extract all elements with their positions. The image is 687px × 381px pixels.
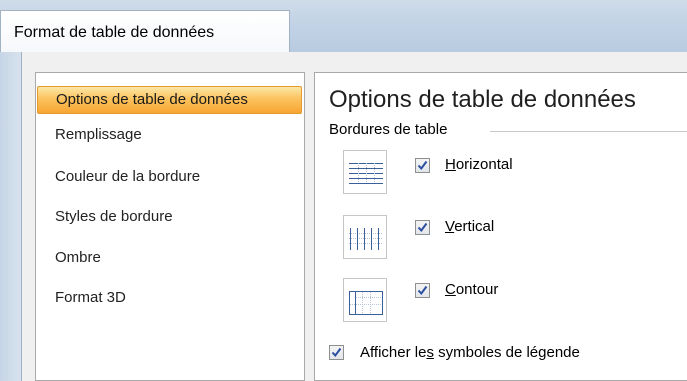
vertical-borders-icon — [343, 215, 387, 259]
vertical-checkbox[interactable] — [415, 220, 430, 235]
legend-symbols-label: Afficher les symboles de légende — [360, 344, 580, 361]
nav-item-options[interactable]: Options de table de données — [37, 86, 302, 114]
section-divider — [490, 131, 687, 132]
contour-label: Contour — [445, 281, 499, 298]
vertical-label: Vertical — [445, 218, 495, 235]
window-frame — [0, 52, 21, 381]
nav-item-3d-format[interactable]: Format 3D — [55, 285, 126, 311]
contour-checkbox[interactable] — [415, 283, 430, 298]
outline-border-icon — [343, 278, 387, 322]
page-title: Options de table de données — [329, 86, 636, 113]
title-bar: Format de table de données — [0, 0, 687, 52]
window-title: Format de table de données — [0, 10, 290, 52]
horizontal-borders-icon — [343, 150, 387, 194]
nav-item-border-color[interactable]: Couleur de la bordure — [55, 164, 200, 190]
section-label-table-borders: Bordures de table — [329, 121, 448, 138]
nav-item-fill[interactable]: Remplissage — [55, 122, 142, 148]
legend-symbols-checkbox[interactable] — [329, 345, 344, 360]
horizontal-checkbox[interactable] — [415, 158, 430, 173]
nav-item-border-styles[interactable]: Styles de bordure — [55, 204, 173, 230]
nav-item-shadow[interactable]: Ombre — [55, 245, 101, 271]
horizontal-label: Horizontal — [445, 156, 513, 173]
